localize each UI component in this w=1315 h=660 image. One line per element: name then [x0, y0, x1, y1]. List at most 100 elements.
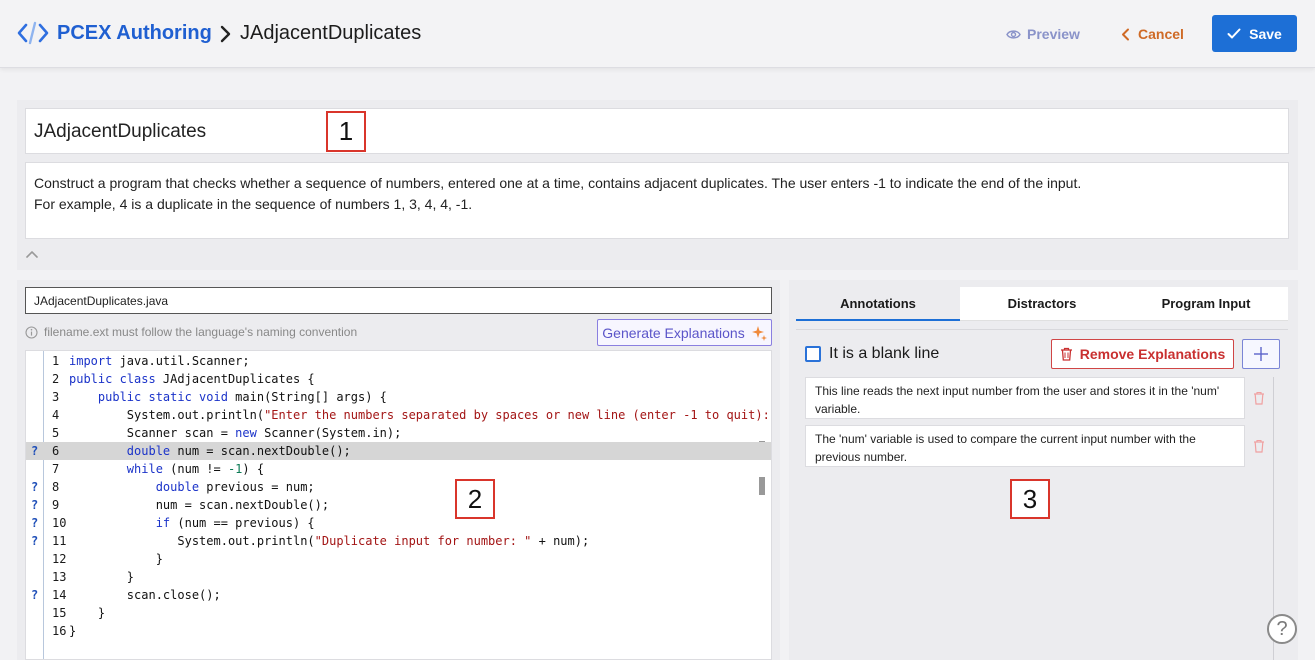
help-button[interactable]: ?: [1267, 614, 1297, 644]
code-line[interactable]: ? 10 if (num == previous) {: [26, 514, 771, 532]
app-name-link[interactable]: PCEX Authoring: [57, 22, 212, 45]
trash-icon[interactable]: [1253, 391, 1265, 405]
tab-annotations[interactable]: Annotations: [796, 287, 960, 321]
preview-button[interactable]: Preview: [1006, 24, 1080, 44]
breadcrumb-current: JAdjacentDuplicates: [240, 22, 422, 44]
code-line[interactable]: ? 9 num = scan.nextDouble();: [26, 496, 771, 514]
code-line[interactable]: ? 8 double previous = num;: [26, 478, 771, 496]
code-line[interactable]: 5 Scanner scan = new Scanner(System.in);: [26, 424, 771, 442]
cancel-button[interactable]: Cancel: [1121, 24, 1184, 44]
remove-explanations-button[interactable]: Remove Explanations: [1051, 339, 1234, 369]
description-line: For example, 4 is a duplicate in the seq…: [34, 196, 473, 212]
code-text: }: [69, 624, 77, 638]
line-number: 10: [52, 516, 67, 530]
code-text: Scanner scan = new Scanner(System.in);: [126, 426, 402, 440]
explanation-marker[interactable]: ?: [31, 442, 41, 460]
code-text: double previous = num;: [155, 480, 315, 494]
code-text: while (num != -1) {: [126, 462, 265, 476]
line-number: 5: [52, 426, 60, 440]
code-line[interactable]: 15 }: [26, 604, 771, 622]
line-number: 2: [52, 372, 60, 386]
code-text: public static void main(String[] args) {: [97, 390, 387, 404]
filename-hint: filename.ext must follow the language's …: [25, 325, 357, 339]
chevron-left-icon: [1122, 28, 1129, 40]
code-line[interactable]: 16}: [26, 622, 771, 640]
chevron-up-icon[interactable]: [25, 249, 39, 259]
code-editor[interactable]: 1 import java.util.Scanner; 2 public class …: [25, 350, 772, 660]
annotation-item[interactable]: This line reads the next input number fr…: [805, 377, 1245, 419]
code-line[interactable]: ? 14 scan.close();: [26, 586, 771, 604]
line-number: 12: [52, 552, 67, 566]
save-button[interactable]: Save: [1212, 15, 1297, 52]
annotation-item[interactable]: The 'num' variable is used to compare th…: [805, 425, 1245, 467]
chevron-right-icon: [220, 25, 231, 43]
app-header: PCEX Authoring JAdjacentDuplicates Previ…: [0, 0, 1315, 68]
description-line: Construct a program that checks whether …: [34, 175, 1082, 191]
line-number: 7: [52, 462, 60, 476]
problem-title-field[interactable]: JAdjacentDuplicates: [25, 108, 1289, 154]
tab-program-input[interactable]: Program Input: [1124, 287, 1288, 321]
line-number: 14: [52, 588, 67, 602]
problem-title: JAdjacentDuplicates: [34, 121, 207, 142]
blank-line-label: It is a blank line: [829, 345, 940, 362]
code-text: }: [97, 606, 106, 620]
code-line[interactable]: 4 System.out.println("Enter the numbers …: [26, 406, 771, 424]
callout-2: 2: [455, 479, 495, 519]
generate-explanations-button[interactable]: Generate Explanations: [597, 319, 772, 346]
code-line[interactable]: ? 6 double num = scan.nextDouble();: [26, 442, 771, 460]
code-text: scan.close();: [126, 588, 221, 602]
blank-line-checkbox[interactable]: [805, 346, 821, 362]
line-number: 3: [52, 390, 60, 404]
explanation-marker[interactable]: ?: [31, 586, 41, 604]
filename-hint-text: filename.ext must follow the language's …: [44, 325, 358, 339]
code-text: }: [126, 570, 135, 584]
filename-input[interactable]: [25, 287, 772, 314]
code-line[interactable]: 12 }: [26, 550, 771, 568]
add-explanation-button[interactable]: [1242, 339, 1280, 369]
trash-icon: [1060, 347, 1072, 361]
explanation-marker[interactable]: ?: [31, 496, 41, 514]
callout-3: 3: [1010, 479, 1050, 519]
annotation-text: This line reads the next input number fr…: [815, 384, 1220, 416]
line-number: 1: [52, 354, 60, 368]
code-line[interactable]: 2 public class JAdjacentDuplicates {: [26, 370, 771, 388]
line-number: 9: [52, 498, 60, 512]
cancel-label: Cancel: [1138, 26, 1184, 42]
explanation-marker[interactable]: ?: [31, 514, 41, 532]
line-number: 4: [52, 408, 60, 422]
code-text: import java.util.Scanner;: [69, 354, 250, 368]
code-line[interactable]: ? 11 System.out.println("Duplicate input …: [26, 532, 771, 550]
code-line[interactable]: 1 import java.util.Scanner;: [26, 352, 771, 370]
code-line[interactable]: 3 public static void main(String[] args)…: [26, 388, 771, 406]
generate-label: Generate Explanations: [602, 324, 745, 341]
code-text: num = scan.nextDouble();: [155, 498, 330, 512]
line-number: 13: [52, 570, 67, 584]
code-line[interactable]: 7 while (num != -1) {: [26, 460, 771, 478]
preview-label: Preview: [1027, 26, 1080, 42]
code-text: System.out.println("Enter the numbers se…: [126, 408, 770, 422]
save-label: Save: [1249, 25, 1282, 42]
code-text: public class JAdjacentDuplicates {: [69, 372, 315, 386]
explanation-marker[interactable]: ?: [31, 478, 41, 496]
line-number: 8: [52, 480, 60, 494]
callout-1: 1: [326, 111, 366, 152]
code-line[interactable]: 13 }: [26, 568, 771, 586]
line-number: 15: [52, 606, 67, 620]
code-text: double num = scan.nextDouble();: [126, 444, 351, 458]
annotation-text: The 'num' variable is used to compare th…: [815, 432, 1196, 464]
tab-distractors[interactable]: Distractors: [960, 287, 1124, 321]
explanation-marker[interactable]: ?: [31, 532, 41, 550]
plus-icon: [1254, 347, 1268, 361]
code-text: }: [155, 552, 163, 566]
code-text: if (num == previous) {: [155, 516, 315, 530]
eye-icon: [1006, 29, 1021, 39]
problem-description-field[interactable]: Construct a program that checks whether …: [25, 162, 1289, 239]
line-number: 16: [52, 624, 67, 638]
tab-bar: Annotations Distractors Program Input: [796, 287, 1288, 321]
trash-icon[interactable]: [1253, 439, 1265, 453]
line-number: 11: [52, 534, 67, 548]
code-brackets-icon: [17, 21, 49, 45]
info-circle-icon: [25, 325, 38, 339]
check-icon: [1227, 28, 1241, 39]
sparkle-icon: [751, 325, 767, 341]
